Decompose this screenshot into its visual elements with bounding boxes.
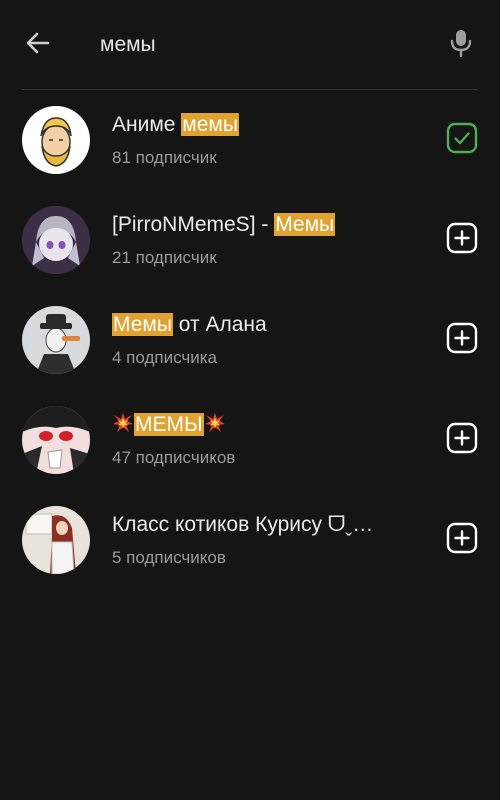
group-name: Мемы от Алана: [112, 311, 412, 339]
group-name: МЕМЫ: [112, 411, 412, 439]
search-highlight: МЕМЫ: [134, 413, 204, 436]
subscriber-count: 5 подписчиков: [112, 548, 226, 567]
search-highlight: Мемы: [274, 213, 336, 236]
group-name: Класс котиков Курису ᗜˬ…: [112, 511, 412, 539]
microphone-icon: [448, 28, 474, 63]
back-button[interactable]: [18, 25, 58, 65]
subscribe-button[interactable]: [444, 322, 480, 358]
search-results-list: Аниме мемы 81 подписчик [PirroNMemeS] -: [0, 90, 500, 590]
search-input[interactable]: [100, 28, 420, 62]
subscribe-button[interactable]: [444, 222, 480, 258]
avatar: [22, 506, 90, 574]
collision-emoji: [204, 413, 225, 432]
add-square-icon: [446, 522, 478, 559]
list-item[interactable]: Класс котиков Курису ᗜˬ… 5 подписчиков: [0, 490, 500, 590]
subscriber-count: 4 подписчика: [112, 348, 218, 367]
subscribe-button[interactable]: [444, 422, 480, 458]
group-name-suffix: от Алана: [172, 313, 267, 336]
list-item[interactable]: Мемы от Алана 4 подписчика: [0, 290, 500, 390]
search-highlight: мемы: [181, 113, 239, 136]
group-name-prefix: Аниме: [112, 113, 182, 136]
search-highlight: Мемы: [112, 313, 173, 336]
group-name: Аниме мемы: [112, 111, 412, 139]
subscriber-count: 21 подписчик: [112, 248, 217, 267]
avatar: [22, 406, 90, 474]
subscribed-toggle[interactable]: [444, 122, 480, 158]
avatar: [22, 206, 90, 274]
checkbox-checked-icon: [446, 122, 478, 159]
arrow-left-icon: [24, 29, 52, 62]
search-bar: [0, 0, 500, 90]
list-item[interactable]: Аниме мемы 81 подписчик: [0, 90, 500, 190]
voice-search-button[interactable]: [440, 24, 482, 66]
group-name-prefix: Класс котиков Курису ᗜˬ…: [112, 513, 374, 536]
list-item[interactable]: [PirroNMemeS] - Мемы 21 подписчик: [0, 190, 500, 290]
list-item[interactable]: МЕМЫ 47 подписчиков: [0, 390, 500, 490]
subscribe-button[interactable]: [444, 522, 480, 558]
subscriber-count: 81 подписчик: [112, 148, 217, 167]
avatar: [22, 106, 90, 174]
add-square-icon: [446, 322, 478, 359]
collision-emoji: [113, 413, 133, 432]
subscriber-count: 47 подписчиков: [112, 448, 236, 467]
group-name-prefix: [PirroNMemeS] -: [112, 213, 275, 236]
add-square-icon: [446, 222, 478, 259]
add-square-icon: [446, 422, 478, 459]
avatar: [22, 306, 90, 374]
group-name: [PirroNMemeS] - Мемы: [112, 211, 412, 239]
